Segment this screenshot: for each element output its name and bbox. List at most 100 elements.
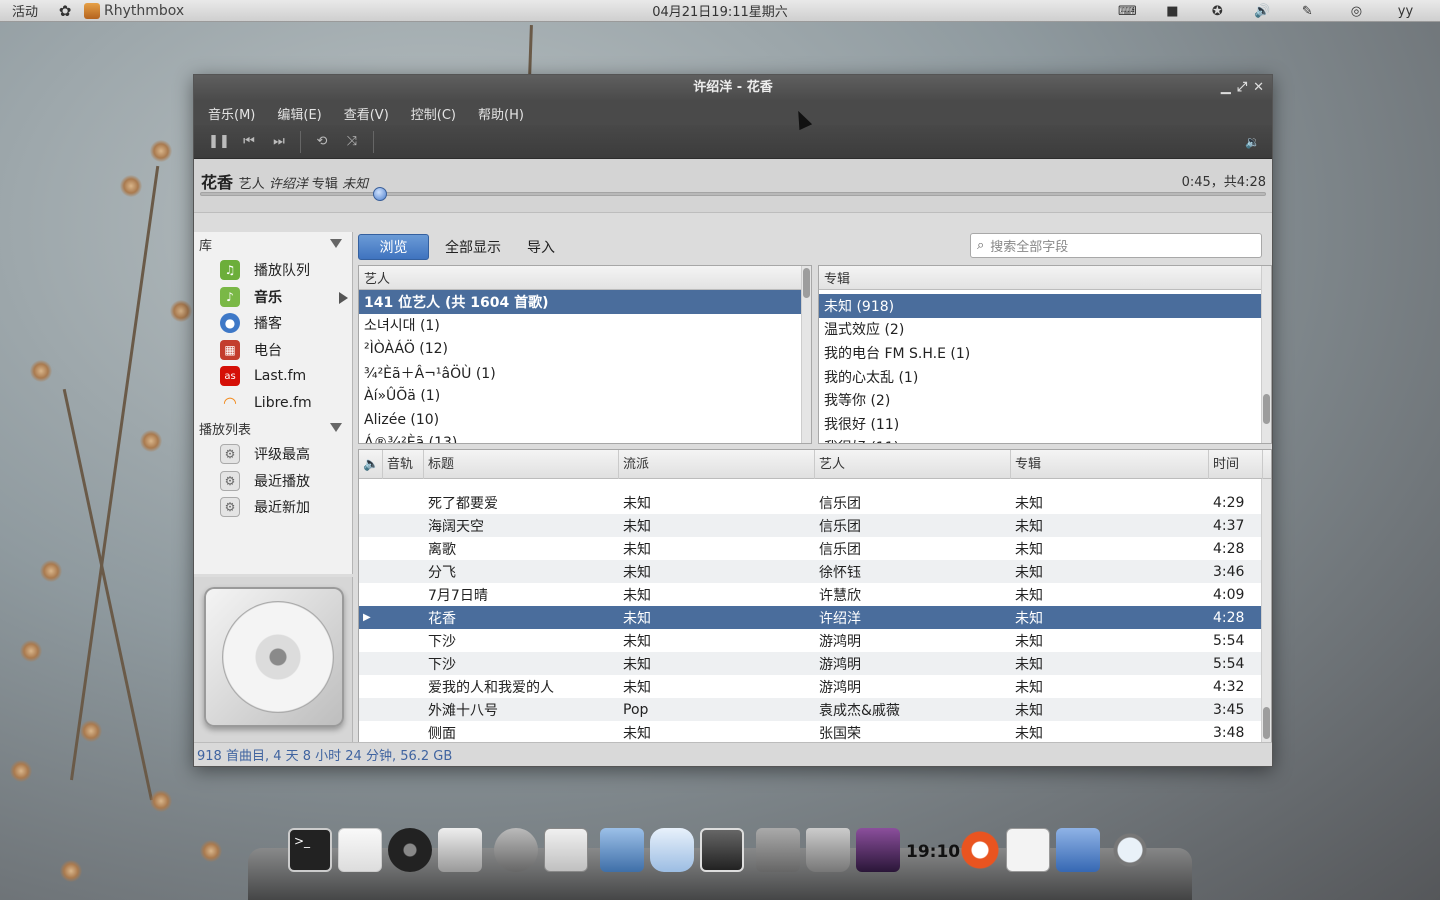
artist-row[interactable]: ²ÌÒÀÁÖ (12) (359, 337, 811, 361)
ubuntu-icon[interactable] (958, 828, 1002, 872)
album-scrollbar[interactable] (1261, 266, 1271, 443)
table-row[interactable]: 下沙 未知 游鸿明 未知 5:54 (359, 652, 1271, 675)
magnifier-icon[interactable] (1108, 828, 1152, 872)
sidebar-item-queue[interactable]: ♫ 播放队列 (194, 257, 352, 284)
library-header[interactable]: 库 (194, 232, 352, 257)
column-title[interactable]: 标题 (424, 450, 619, 479)
table-row[interactable]: 死了都要爱 未知 信乐团 未知 4:29 (359, 491, 1271, 514)
column-album[interactable]: 专辑 (1011, 450, 1209, 479)
artist-row[interactable]: Àí»ÛÕä (1) (359, 384, 811, 408)
track-time: 4:37 (1213, 517, 1245, 534)
menu-help[interactable]: 帮助(H) (470, 104, 532, 123)
table-row[interactable]: 下沙 未知 游鸿明 未知 5:54 (359, 629, 1271, 652)
shuffle-icon[interactable]: ⤨ (337, 129, 367, 155)
album-column-header[interactable]: 专辑 (819, 266, 1271, 290)
table-row-playing[interactable]: ▶ 花香 未知 许绍洋 未知 4:28 (359, 606, 1271, 629)
table-row[interactable]: 爱我的人和我爱的人 未知 游鸿明 未知 4:32 (359, 675, 1271, 698)
album-row[interactable]: 温式效应 (2) (819, 318, 1271, 342)
next-icon[interactable]: ⏭ (264, 129, 294, 155)
sidebar-item-recently-played[interactable]: ⚙ 最近播放 (194, 468, 352, 495)
artist-row[interactable]: Á®¾²Èã (13) (359, 432, 811, 443)
sidebar-item-recently-added[interactable]: ⚙ 最近新加 (194, 494, 352, 521)
sidebar-item-music[interactable]: ♪ 音乐 (194, 284, 352, 311)
water-drop-icon[interactable] (756, 828, 800, 872)
app-menu[interactable]: Rhythmbox (80, 2, 188, 19)
bookmarks-icon[interactable] (1056, 828, 1100, 872)
folder-icon[interactable]: ■ (1150, 4, 1195, 19)
menu-edit[interactable]: 编辑(E) (269, 104, 329, 123)
tab-browse[interactable]: 浏览 (358, 234, 429, 260)
table-row[interactable]: 7月7日晴 未知 许慧欣 未知 4:09 (359, 583, 1271, 606)
column-track[interactable]: 音轨 (383, 450, 424, 479)
trash-icon[interactable] (806, 828, 850, 872)
maximize-icon[interactable]: ⤢ (1237, 75, 1247, 101)
activities-button[interactable]: 活动 (0, 1, 50, 20)
keyboard-icon[interactable]: ⌨ (1105, 4, 1150, 19)
sidebar-item-podcast[interactable]: ● 播客 (194, 310, 352, 337)
artist-scrollbar[interactable] (801, 266, 811, 443)
gear-icon: ⚙ (220, 497, 240, 518)
column-playing[interactable]: 🔈 (359, 450, 383, 479)
pause-icon[interactable]: ❚❚ (204, 129, 234, 155)
album-row[interactable]: 我很好 (11) (819, 436, 1271, 443)
search-input[interactable]: ⌕ 搜索全部字段 (970, 233, 1262, 258)
seek-bar[interactable] (200, 187, 1266, 201)
chat-icon[interactable] (650, 828, 694, 872)
window-titlebar[interactable]: 许绍洋 - 花香 ▁ ⤢ ✕ (194, 75, 1272, 101)
sidebar-item-radio[interactable]: ▦ 电台 (194, 337, 352, 364)
tab-show-all[interactable]: 全部显示 (435, 234, 511, 260)
gnome-foot-icon[interactable]: ✿ (50, 2, 80, 20)
gimp-icon[interactable] (494, 828, 538, 872)
menu-control[interactable]: 控制(C) (403, 104, 464, 123)
menu-view[interactable]: 查看(V) (336, 104, 397, 123)
sidebar-item-top-rated[interactable]: ⚙ 评级最高 (194, 441, 352, 468)
volume-button-icon[interactable]: 🔉 (1245, 135, 1260, 149)
table-row[interactable]: 分飞 未知 徐怀钰 未知 3:46 (359, 560, 1271, 583)
mail-icon[interactable] (600, 828, 644, 872)
track-scrollbar[interactable] (1261, 479, 1271, 743)
sidebar-item-lastfm[interactable]: as Last.fm (194, 363, 352, 390)
volume-icon[interactable]: 🔊 (1240, 4, 1285, 19)
minimize-icon[interactable]: ▁ (1221, 75, 1231, 101)
seek-handle[interactable] (372, 187, 387, 201)
column-genre[interactable]: 流派 (619, 450, 815, 479)
artist-row[interactable]: Alizée (10) (359, 408, 811, 432)
table-row[interactable]: 外滩十八号 Pop 袁成杰&戚薇 未知 3:45 (359, 698, 1271, 721)
column-time[interactable]: 时间 (1209, 450, 1263, 479)
pen-icon[interactable]: ✎ (1285, 4, 1330, 19)
artist-row[interactable]: 소녀시대 (1) (359, 314, 811, 338)
accessibility-icon[interactable]: ✪ (1195, 4, 1240, 19)
workspace-icon[interactable] (856, 828, 900, 872)
user-menu[interactable]: ◎ yy (1330, 4, 1432, 19)
table-row[interactable]: 海阔天空 未知 信乐团 未知 4:37 (359, 514, 1271, 537)
album-row[interactable]: 我很好 (11) (819, 412, 1271, 436)
home-folder-icon[interactable] (438, 828, 482, 872)
expand-arrow-icon[interactable] (339, 291, 348, 304)
repeat-icon[interactable]: ⟲ (307, 129, 337, 155)
track-artist: 信乐团 (819, 518, 861, 535)
previous-icon[interactable]: ⏮ (234, 129, 264, 155)
tab-import[interactable]: 导入 (517, 234, 565, 260)
speaker-app-icon[interactable] (388, 828, 432, 872)
playlists-header[interactable]: 播放列表 (194, 416, 352, 441)
rhythmbox-dock-icon[interactable] (700, 828, 744, 872)
sidebar-item-librefm[interactable]: ◠ Libre.fm (194, 390, 352, 417)
album-row[interactable]: 我等你 (2) (819, 388, 1271, 412)
text-editor-icon[interactable] (1006, 828, 1050, 872)
collapse-triangle-icon[interactable] (330, 239, 342, 248)
collapse-triangle-icon[interactable] (330, 423, 342, 432)
menu-music[interactable]: 音乐(M) (200, 104, 263, 123)
album-row[interactable]: 我的心太乱 (1) (819, 365, 1271, 389)
artist-column-header[interactable]: 艺人 (359, 266, 811, 290)
calculator-icon[interactable] (544, 828, 588, 872)
column-artist[interactable]: 艺人 (815, 450, 1011, 479)
table-row[interactable]: 侧面 未知 张国荣 未知 3:48 (359, 721, 1271, 743)
album-row[interactable]: 未知 (918) (819, 294, 1271, 318)
settings-icon[interactable] (338, 828, 382, 872)
album-row[interactable]: 我的电台 FM S.H.E (1) (819, 341, 1271, 365)
table-row[interactable]: 离歌 未知 信乐团 未知 4:28 (359, 537, 1271, 560)
artist-row[interactable]: ¾²Èã＋Â¬¹âÖÙ (1) (359, 361, 811, 385)
close-icon[interactable]: ✕ (1253, 75, 1264, 101)
terminal-icon[interactable]: >_ (288, 828, 332, 872)
artist-row[interactable]: 141 位艺人 (共 1604 首歌) (359, 290, 811, 314)
